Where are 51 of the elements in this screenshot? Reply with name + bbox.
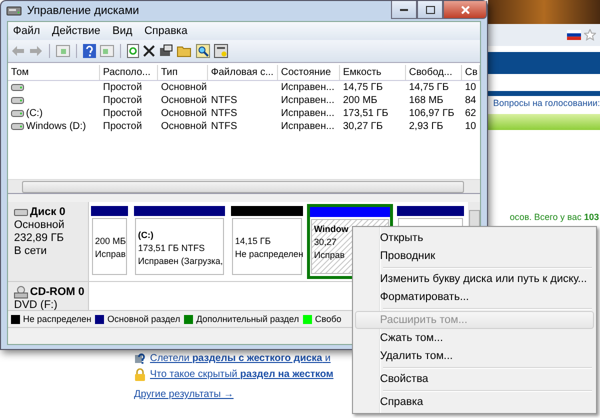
legend-label: Дополнительный раздел	[196, 314, 300, 324]
table-cell-text: Простой	[102, 82, 143, 93]
table-cell-text: 10	[464, 120, 478, 132]
table-cell-text: Основной	[160, 82, 208, 93]
table-cell-text: NTFS	[210, 120, 238, 132]
disk-info-text: В сети	[14, 245, 47, 258]
legend-label: Основной раздел	[107, 314, 180, 324]
legend-label: Не распределен	[23, 314, 92, 324]
table-cell-text: Исправен...	[280, 120, 336, 132]
partition-info-text: Не распределен	[235, 248, 304, 262]
disk-info-text: DVD (F:)	[14, 299, 58, 312]
window-title: Управление дисками	[27, 5, 140, 17]
disk-name: Диск 0	[30, 206, 66, 220]
partition-name: (C:)	[138, 228, 154, 242]
partition-info-text: 200 МБ	[95, 235, 126, 248]
partition-info-text: Исправен (Загрузка,	[138, 254, 223, 268]
disk-name: CD-ROM 0	[30, 286, 84, 300]
table-cell-text: NTFS	[210, 108, 238, 119]
volume-name: (C:)	[26, 108, 43, 119]
table-cell-text: 14,75 ГБ	[408, 82, 450, 93]
table-cell-text: 2,93 ГБ	[408, 120, 444, 132]
partition-info-text: 173,51 ГБ NTFS	[138, 242, 205, 255]
table-cell-text: Простой	[102, 120, 143, 132]
table-cell-text: 14,75 ГБ	[342, 82, 384, 93]
table-cell-text: 168 МБ	[408, 94, 444, 106]
partition-name: Window	[314, 223, 348, 236]
table-cell-text: 62	[464, 108, 478, 119]
table-cell-text: Простой	[102, 108, 143, 119]
table-cell-text: 200 МБ	[342, 94, 378, 106]
volume-name: Windows (D:)	[26, 120, 86, 132]
table-cell-text: Основной	[160, 120, 208, 132]
stats-text: осов. Всего у вас 103	[510, 212, 599, 223]
disk-info-text: 232,89 ГБ	[14, 232, 64, 246]
table-cell-text: 173,51 ГБ	[342, 108, 390, 119]
table-cell-text: Простой	[102, 94, 143, 106]
partition-info-text: Исправ	[314, 249, 345, 262]
disk-info-text: Основной	[14, 219, 64, 232]
partition-info-text: Исправ	[95, 248, 126, 262]
table-cell-text: Исправен...	[280, 108, 336, 119]
partition-info-text: 14,15 ГБ	[235, 235, 271, 248]
table-cell-text: Исправен...	[280, 94, 336, 106]
table-cell-text: 10	[464, 82, 478, 93]
table-cell-text: Основной	[160, 108, 208, 119]
table-cell-text: Основной	[160, 94, 208, 106]
table-cell-text: 106,97 ГБ	[408, 108, 456, 119]
table-cell-text: Исправен...	[280, 82, 336, 93]
legend-label: Свобо	[315, 314, 342, 324]
table-cell-text: NTFS	[210, 94, 238, 106]
table-cell-text: 84	[464, 94, 478, 106]
partition-info-text: 30,27	[314, 236, 337, 250]
table-cell-text: 30,27 ГБ	[342, 120, 384, 132]
